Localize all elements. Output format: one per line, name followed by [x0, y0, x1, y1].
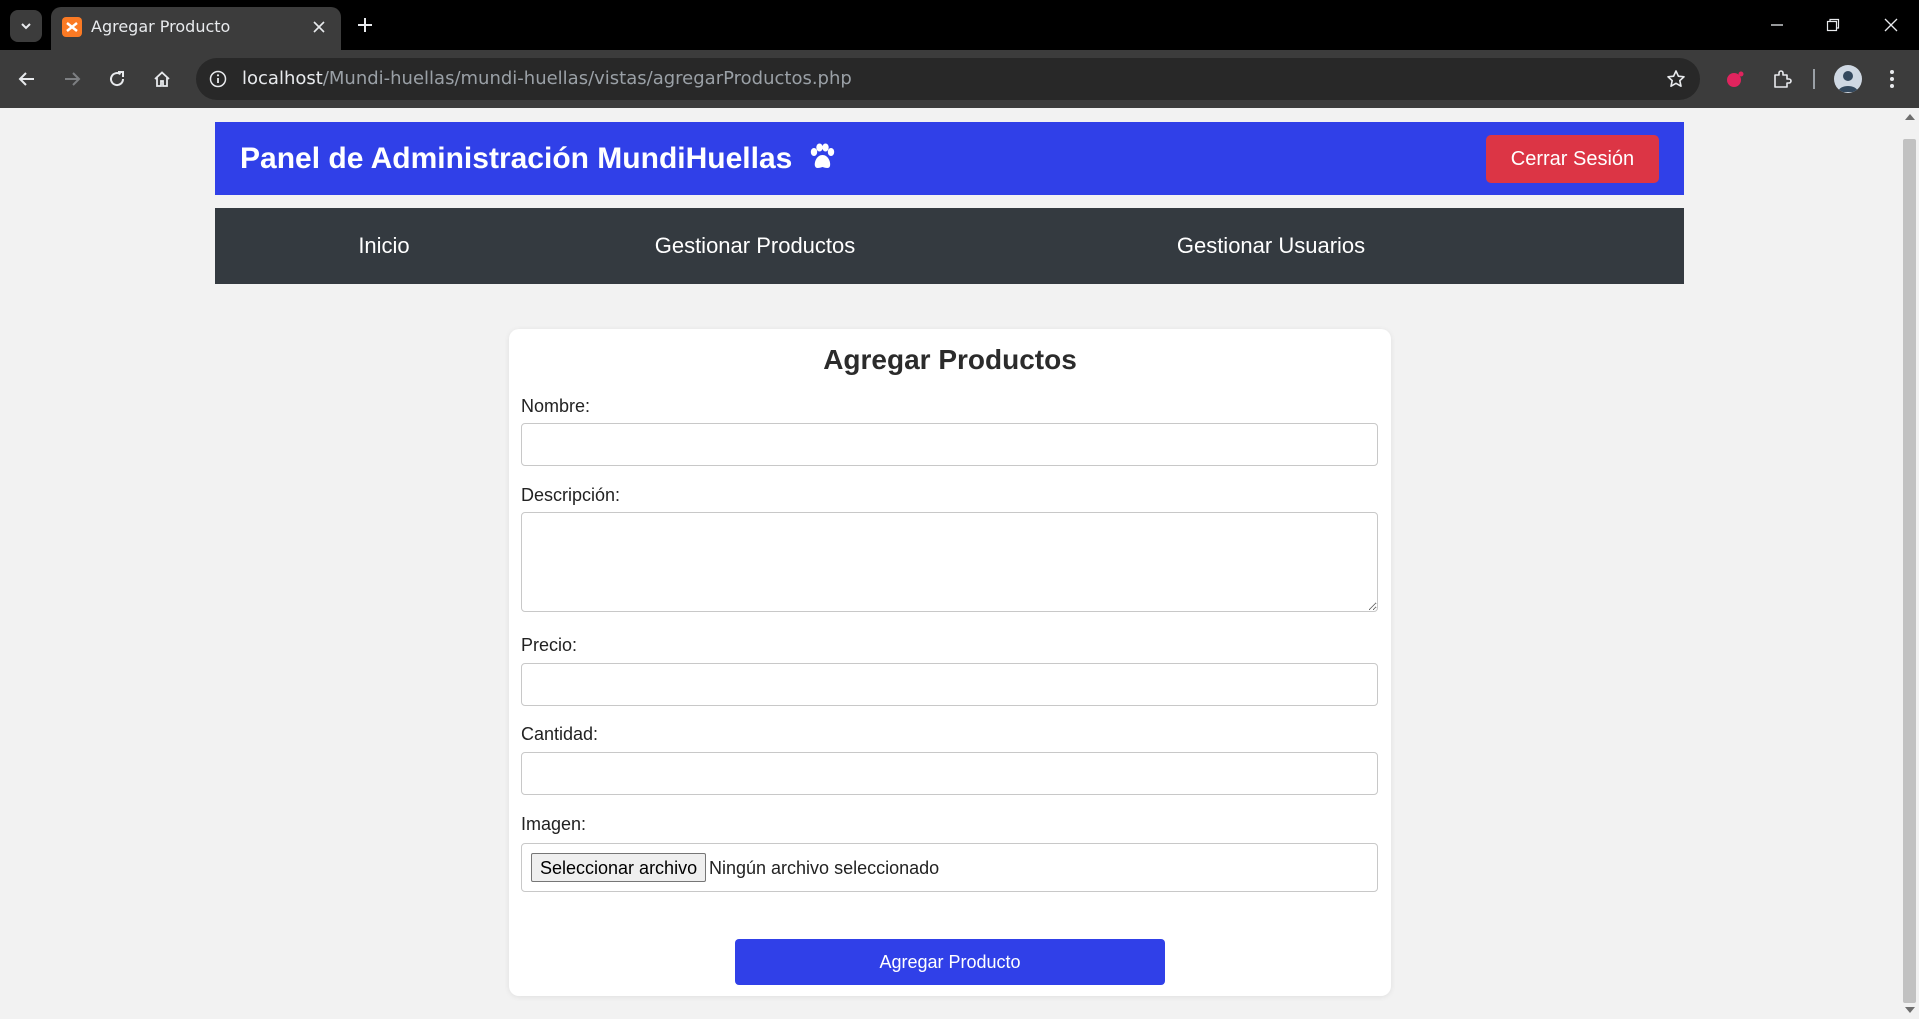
tab-search-button[interactable]: [10, 10, 42, 42]
imagen-label: Imagen:: [521, 814, 587, 834]
url-path: /Mundi-huellas/mundi-huellas/vistas/agre…: [322, 68, 852, 89]
page-scrollbar[interactable]: [1900, 108, 1919, 1019]
nav-item-inicio[interactable]: Inicio: [335, 208, 433, 284]
xampp-favicon-icon: [62, 17, 82, 37]
url-host: localhost: [242, 68, 323, 89]
select-file-button[interactable]: Seleccionar archivo: [531, 853, 707, 882]
main-nav: Inicio Gestionar Productos Gestionar Usu…: [215, 208, 1684, 284]
extensions-puzzle-icon[interactable]: [1767, 64, 1797, 94]
logout-button[interactable]: Cerrar Sesión: [1486, 135, 1659, 183]
descripcion-label: Descripción:: [521, 485, 621, 505]
page-title-text: Panel de Administración MundiHuellas: [240, 142, 793, 175]
new-tab-icon[interactable]: [352, 12, 378, 38]
admin-header: Panel de Administración MundiHuellas Cer…: [215, 122, 1684, 195]
site-info-icon[interactable]: [206, 67, 230, 91]
minimize-icon[interactable]: [1762, 10, 1792, 40]
reload-icon[interactable]: [102, 64, 132, 94]
add-product-form: Agregar Productos Nombre: Descripción: P…: [509, 329, 1391, 996]
page-viewport: Panel de Administración MundiHuellas Cer…: [0, 108, 1900, 1019]
url-text[interactable]: localhost/Mundi-huellas/mundi-huellas/vi…: [242, 69, 852, 89]
precio-label: Precio:: [521, 635, 578, 655]
page-title: Panel de Administración MundiHuellas: [240, 142, 837, 176]
imagen-file-input[interactable]: Seleccionar archivo Ningún archivo selec…: [521, 843, 1378, 892]
paw-icon: [810, 143, 834, 169]
add-product-button[interactable]: Agregar Producto: [735, 939, 1165, 985]
tab-close-icon[interactable]: [309, 17, 329, 37]
descripcion-textarea[interactable]: [521, 512, 1378, 612]
tab-title: Agregar Producto: [91, 17, 231, 36]
scrollbar-thumb[interactable]: [1903, 139, 1916, 1003]
more-menu-icon[interactable]: [1877, 64, 1907, 94]
nav-item-gestionar-productos[interactable]: Gestionar Productos: [635, 208, 875, 284]
bookmark-star-icon[interactable]: [1664, 67, 1688, 91]
nombre-label: Nombre:: [521, 396, 591, 416]
nombre-input[interactable]: [521, 423, 1378, 466]
close-window-icon[interactable]: [1876, 10, 1906, 40]
scroll-up-arrow-icon[interactable]: [1905, 114, 1915, 120]
browser-tab-strip: Agregar Producto: [0, 0, 1919, 50]
forward-arrow-icon[interactable]: [57, 64, 87, 94]
browser-tab-active[interactable]: Agregar Producto: [51, 7, 341, 50]
browser-toolbar: localhost/Mundi-huellas/mundi-huellas/vi…: [0, 50, 1919, 108]
home-icon[interactable]: [147, 64, 177, 94]
back-arrow-icon[interactable]: [12, 64, 42, 94]
precio-input[interactable]: [521, 663, 1378, 706]
file-status-text: Ningún archivo seleccionado: [709, 858, 940, 878]
toolbar-divider: [1813, 69, 1815, 89]
profile-avatar[interactable]: [1834, 65, 1862, 93]
address-bar[interactable]: localhost/Mundi-huellas/mundi-huellas/vi…: [196, 58, 1700, 100]
cantidad-input[interactable]: [521, 752, 1378, 795]
scroll-down-arrow-icon[interactable]: [1905, 1007, 1915, 1013]
chevron-down-icon: [21, 23, 31, 30]
nav-item-gestionar-usuarios[interactable]: Gestionar Usuarios: [1160, 208, 1382, 284]
restore-icon[interactable]: [1818, 10, 1848, 40]
form-title: Agregar Productos: [823, 344, 1077, 375]
extension-red-icon[interactable]: [1720, 64, 1750, 94]
cantidad-label: Cantidad:: [521, 724, 599, 744]
